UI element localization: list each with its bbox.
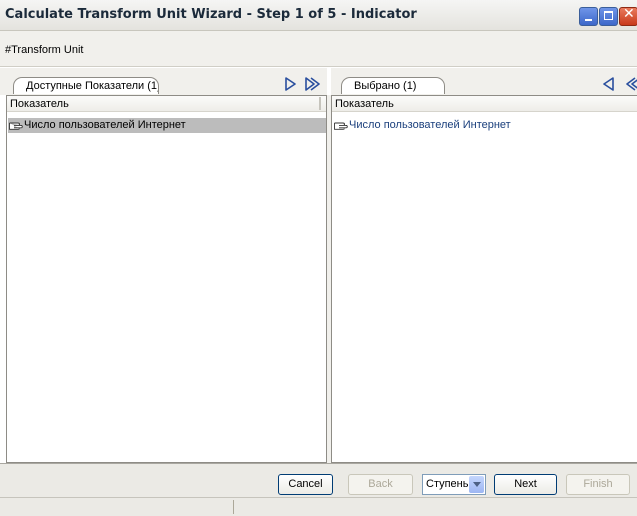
column-header-label: Показатель xyxy=(10,98,69,110)
status-bar xyxy=(0,497,637,516)
triangle-left-icon[interactable] xyxy=(602,77,616,91)
maximize-button[interactable] xyxy=(599,7,618,26)
page-subtitle: #Transform Unit xyxy=(5,44,84,56)
cancel-button[interactable]: Cancel xyxy=(278,474,333,495)
column-header-indicator[interactable]: Показатель xyxy=(7,96,326,112)
status-separator xyxy=(233,500,234,514)
minimize-button[interactable] xyxy=(579,7,598,26)
finish-button[interactable]: Finish xyxy=(566,474,630,495)
wizard-header: #Transform Unit xyxy=(0,31,637,67)
available-indicators-list[interactable]: Показатель Число пользователей Интернет xyxy=(6,95,327,463)
left-pane-toolbar: Доступные Показатели (1) xyxy=(0,68,327,95)
pointing-hand-icon xyxy=(334,122,348,130)
title-bar: Calculate Transform Unit Wizard - Step 1… xyxy=(0,0,637,31)
selected-indicators-list[interactable]: Показатель Число пользователей Интернет xyxy=(331,95,637,463)
column-resize-handle[interactable] xyxy=(319,97,321,110)
right-pane-toolbar: Выбрано (1) xyxy=(331,68,637,95)
column-header-label: Показатель xyxy=(335,98,394,110)
triangle-right-icon[interactable] xyxy=(283,77,297,91)
pointing-hand-icon xyxy=(9,122,23,130)
chevron-down-icon[interactable] xyxy=(469,476,484,493)
window-title: Calculate Transform Unit Wizard - Step 1… xyxy=(5,7,417,22)
double-triangle-left-icon[interactable] xyxy=(625,77,637,91)
step-select[interactable]: Ступень 1 xyxy=(422,474,486,495)
maximize-icon xyxy=(604,11,613,20)
list-item-label: Число пользователей Интернет xyxy=(24,119,186,131)
double-triangle-right-icon[interactable] xyxy=(305,77,321,91)
tab-available-indicators[interactable]: Доступные Показатели (1) xyxy=(13,77,159,94)
tab-selected[interactable]: Выбрано (1) xyxy=(341,77,445,94)
list-item[interactable]: Число пользователей Интернет xyxy=(333,118,511,133)
close-icon: ✕ xyxy=(623,6,635,22)
minimize-icon xyxy=(585,19,592,21)
list-item-label: Число пользователей Интернет xyxy=(349,119,511,131)
list-item[interactable]: Число пользователей Интернет xyxy=(8,118,326,133)
wizard-footer: Cancel Back Ступень 1 Next Finish xyxy=(0,463,637,497)
next-button[interactable]: Next xyxy=(494,474,557,495)
column-header-indicator[interactable]: Показатель xyxy=(332,96,637,112)
back-button[interactable]: Back xyxy=(348,474,413,495)
close-button[interactable]: ✕ xyxy=(619,6,637,26)
